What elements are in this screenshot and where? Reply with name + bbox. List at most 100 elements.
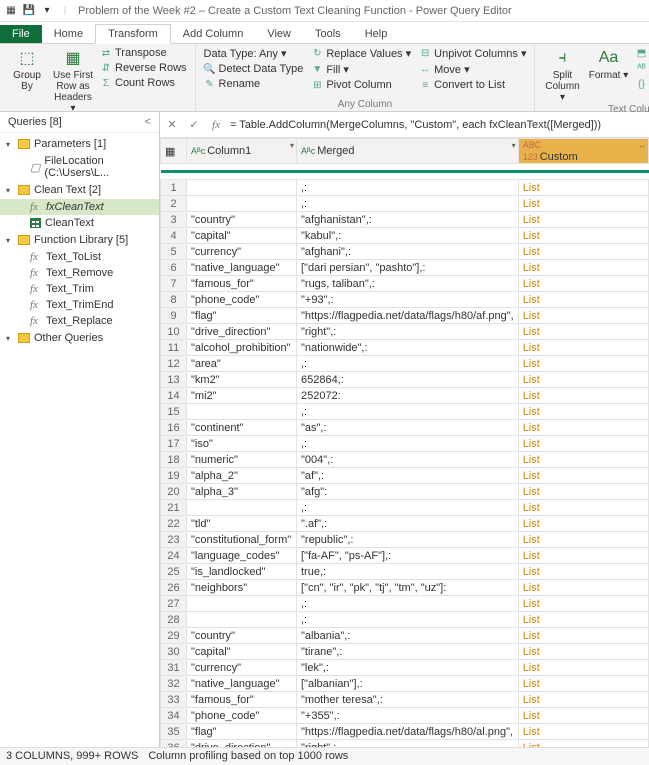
- row-number[interactable]: 15: [161, 404, 187, 420]
- query-item[interactable]: fxfxCleanText: [0, 199, 159, 215]
- cell-merged[interactable]: "004",:: [297, 452, 519, 468]
- cell-column1[interactable]: [187, 196, 297, 212]
- cell-merged[interactable]: ,:: [297, 436, 519, 452]
- cell-column1[interactable]: "is_landlocked": [187, 564, 297, 580]
- table-row[interactable]: 7"famous_for""rugs, taliban",:List: [161, 276, 649, 292]
- cell-custom[interactable]: List: [518, 404, 648, 420]
- row-number[interactable]: 22: [161, 516, 187, 532]
- merge-columns-button[interactable]: ⬒Merge Columns: [633, 46, 649, 60]
- table-row[interactable]: 11"alcohol_prohibition""nationwide",:Lis…: [161, 340, 649, 356]
- tab-transform[interactable]: Transform: [95, 24, 171, 44]
- row-number[interactable]: 11: [161, 340, 187, 356]
- query-folder[interactable]: Other Queries: [0, 329, 159, 347]
- table-row[interactable]: 21,:List: [161, 500, 649, 516]
- cell-column1[interactable]: "capital": [187, 228, 297, 244]
- query-item[interactable]: ▢FileLocation (C:\Users\L...: [0, 153, 159, 181]
- query-folder[interactable]: Function Library [5]: [0, 231, 159, 249]
- query-folder[interactable]: Clean Text [2]: [0, 181, 159, 199]
- queries-header[interactable]: Queries [8] <: [0, 112, 159, 133]
- cell-column1[interactable]: "country": [187, 212, 297, 228]
- row-number[interactable]: 30: [161, 644, 187, 660]
- row-number[interactable]: 21: [161, 500, 187, 516]
- row-number[interactable]: 6: [161, 260, 187, 276]
- cell-merged[interactable]: ,:: [297, 196, 519, 212]
- cell-merged[interactable]: ".af",:: [297, 516, 519, 532]
- formula-text[interactable]: = Table.AddColumn(MergeColumns, "Custom"…: [230, 119, 645, 131]
- cell-custom[interactable]: List: [518, 676, 648, 692]
- row-number[interactable]: 17: [161, 436, 187, 452]
- cell-merged[interactable]: "rugs, taliban",:: [297, 276, 519, 292]
- query-item[interactable]: fxText_ToList: [0, 249, 159, 265]
- cell-custom[interactable]: List: [518, 388, 648, 404]
- table-row[interactable]: 4"capital""kabul",:List: [161, 228, 649, 244]
- cell-custom[interactable]: List: [518, 580, 648, 596]
- row-number[interactable]: 16: [161, 420, 187, 436]
- table-row[interactable]: 6"native_language"["dari persian", "pash…: [161, 260, 649, 276]
- cell-custom[interactable]: List: [518, 212, 648, 228]
- cell-custom[interactable]: List: [518, 660, 648, 676]
- cell-column1[interactable]: "km2": [187, 372, 297, 388]
- cell-merged[interactable]: "afghanistan",:: [297, 212, 519, 228]
- cell-custom[interactable]: List: [518, 180, 648, 196]
- cell-merged[interactable]: "right",:: [297, 324, 519, 340]
- table-row[interactable]: 29"country""albania",:List: [161, 628, 649, 644]
- cell-custom[interactable]: List: [518, 228, 648, 244]
- row-number[interactable]: 34: [161, 708, 187, 724]
- cell-column1[interactable]: "numeric": [187, 452, 297, 468]
- row-number[interactable]: 10: [161, 324, 187, 340]
- cell-custom[interactable]: List: [518, 612, 648, 628]
- table-row[interactable]: 10"drive_direction""right",:List: [161, 324, 649, 340]
- table-row[interactable]: 27,:List: [161, 596, 649, 612]
- cell-custom[interactable]: List: [518, 340, 648, 356]
- cell-column1[interactable]: [187, 612, 297, 628]
- cell-custom[interactable]: List: [518, 260, 648, 276]
- cell-custom[interactable]: List: [518, 356, 648, 372]
- cell-merged[interactable]: "afghani",:: [297, 244, 519, 260]
- table-row[interactable]: 8"phone_code""+93",:List: [161, 292, 649, 308]
- cell-column1[interactable]: "alcohol_prohibition": [187, 340, 297, 356]
- cell-custom[interactable]: List: [518, 196, 648, 212]
- row-number[interactable]: 2: [161, 196, 187, 212]
- table-row[interactable]: 18"numeric""004",:List: [161, 452, 649, 468]
- cell-custom[interactable]: List: [518, 420, 648, 436]
- collapse-icon[interactable]: <: [145, 116, 151, 128]
- cell-column1[interactable]: "language_codes": [187, 548, 297, 564]
- row-number[interactable]: 9: [161, 308, 187, 324]
- cell-merged[interactable]: ,:: [297, 612, 519, 628]
- cell-merged[interactable]: "mother teresa",:: [297, 692, 519, 708]
- cancel-formula-icon[interactable]: ✕: [164, 118, 180, 131]
- table-row[interactable]: 34"phone_code""+355",:List: [161, 708, 649, 724]
- row-number[interactable]: 27: [161, 596, 187, 612]
- row-number[interactable]: 23: [161, 532, 187, 548]
- row-number[interactable]: 32: [161, 676, 187, 692]
- cell-merged[interactable]: "+355",:: [297, 708, 519, 724]
- cell-column1[interactable]: [187, 180, 297, 196]
- cell-custom[interactable]: List: [518, 564, 648, 580]
- cell-column1[interactable]: "drive_direction": [187, 740, 297, 748]
- table-row[interactable]: 20"alpha_3""afg":List: [161, 484, 649, 500]
- cell-column1[interactable]: [187, 404, 297, 420]
- cell-merged[interactable]: "kabul",:: [297, 228, 519, 244]
- reverse-rows-button[interactable]: ⇵Reverse Rows: [98, 61, 189, 75]
- parse-button[interactable]: {}Parse ▾: [633, 77, 649, 92]
- group-by-button[interactable]: ⬚Group By: [6, 46, 48, 92]
- cell-column1[interactable]: "neighbors": [187, 580, 297, 596]
- query-item[interactable]: fxText_Replace: [0, 313, 159, 329]
- filter-icon[interactable]: ▾: [512, 141, 516, 150]
- move-button[interactable]: ↔Move ▾: [417, 62, 528, 77]
- cell-column1[interactable]: "mi2": [187, 388, 297, 404]
- cell-custom[interactable]: List: [518, 452, 648, 468]
- cell-merged[interactable]: "+93",:: [297, 292, 519, 308]
- row-number[interactable]: 13: [161, 372, 187, 388]
- cell-column1[interactable]: "native_language": [187, 260, 297, 276]
- cell-column1[interactable]: "country": [187, 628, 297, 644]
- cell-column1[interactable]: "currency": [187, 660, 297, 676]
- cell-column1[interactable]: [187, 596, 297, 612]
- cell-merged[interactable]: ,:: [297, 404, 519, 420]
- row-number[interactable]: 29: [161, 628, 187, 644]
- row-number[interactable]: 35: [161, 724, 187, 740]
- corner-cell[interactable]: ▦: [161, 139, 187, 164]
- unpivot-button[interactable]: ⊟Unpivot Columns ▾: [417, 46, 528, 61]
- table-row[interactable]: 1,:List: [161, 180, 649, 196]
- cell-custom[interactable]: List: [518, 468, 648, 484]
